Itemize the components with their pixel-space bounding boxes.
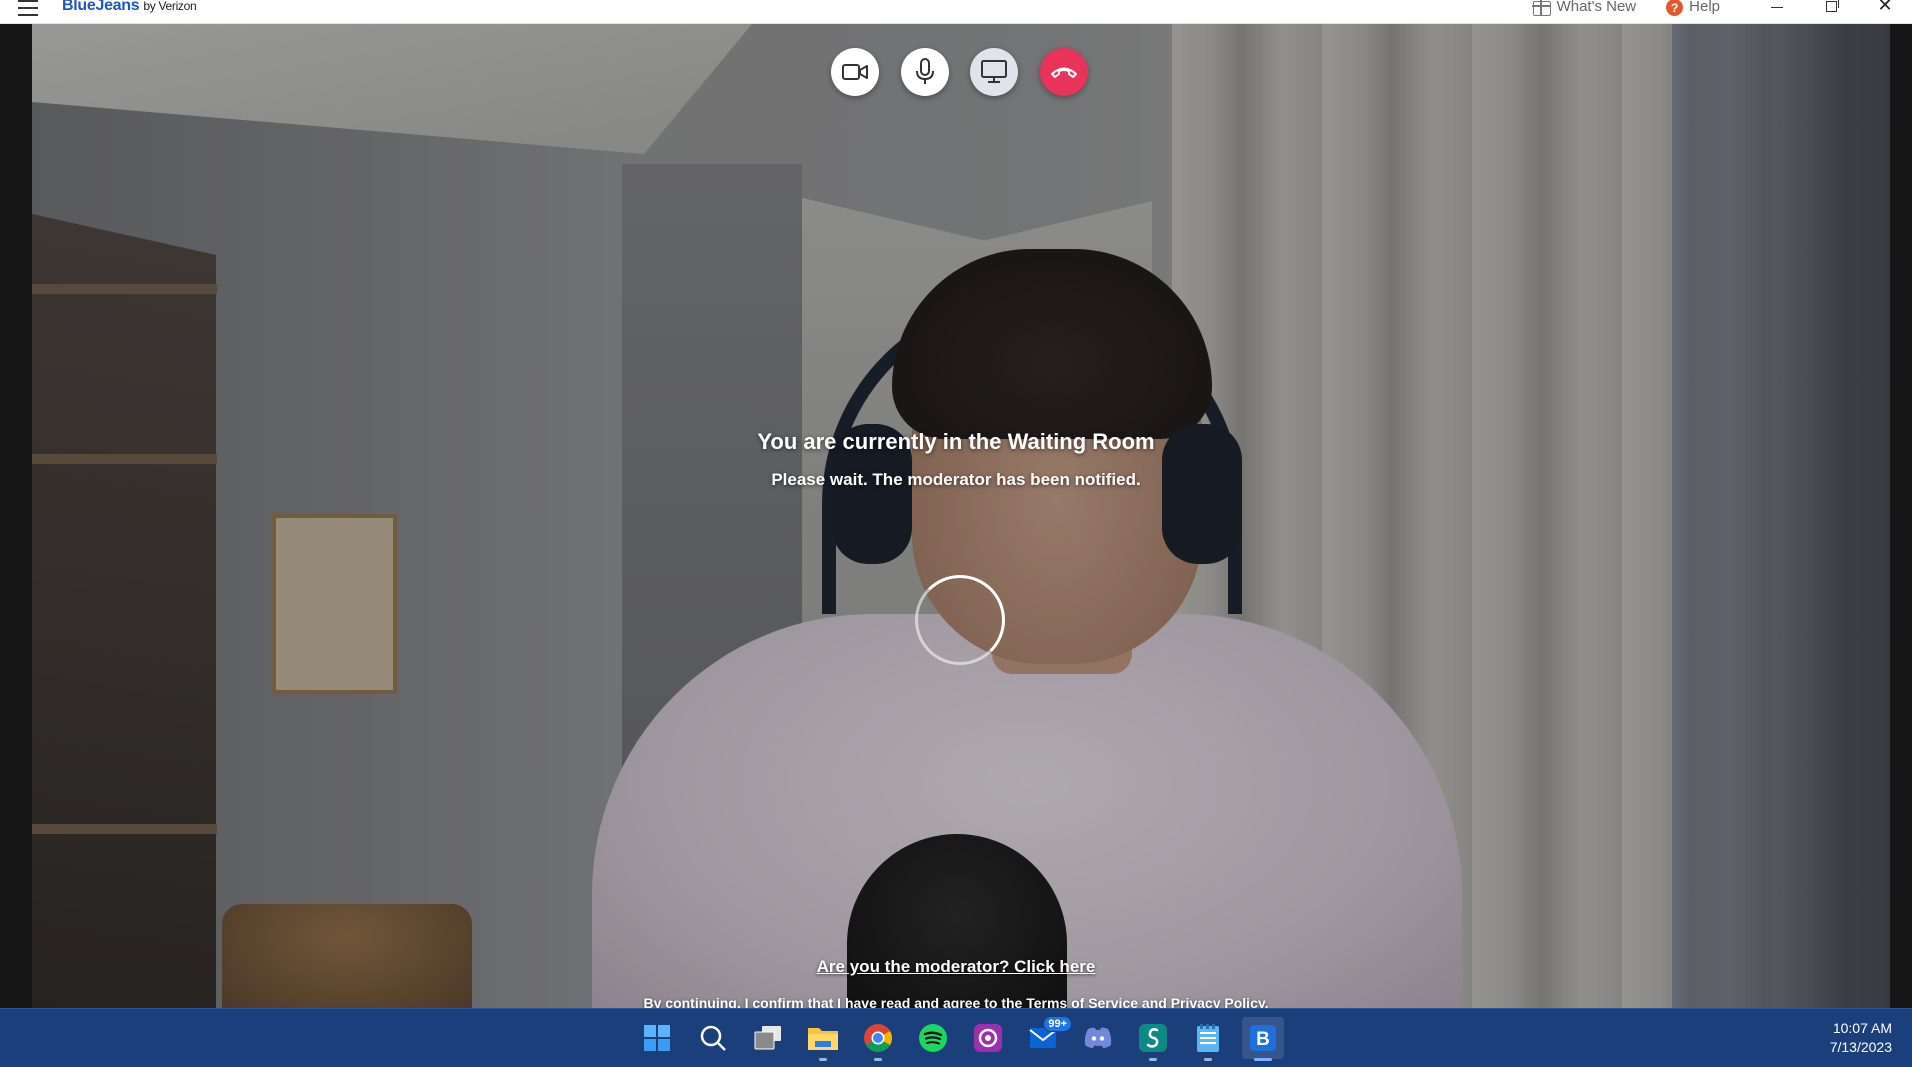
video-camera-icon bbox=[842, 64, 868, 80]
waiting-room-subtitle: Please wait. The moderator has been noti… bbox=[771, 470, 1141, 489]
self-view-video bbox=[32, 24, 1890, 1008]
running-indicator bbox=[1204, 1058, 1212, 1061]
running-indicator bbox=[1149, 1058, 1157, 1061]
discord-icon bbox=[1084, 1027, 1112, 1048]
notepad-button[interactable] bbox=[1187, 1017, 1229, 1061]
whats-new-button[interactable]: What's New bbox=[1531, 0, 1637, 16]
leave-call-button[interactable] bbox=[1040, 48, 1088, 96]
chrome-button[interactable] bbox=[857, 1017, 899, 1061]
app-icon bbox=[974, 1024, 1002, 1052]
taskbar: 99+ B 10:07 AM 7/13/2023 bbox=[0, 1008, 1912, 1067]
moderator-link[interactable]: Are you the moderator? Click here bbox=[817, 957, 1096, 976]
hamburger-menu-icon[interactable] bbox=[18, 0, 38, 16]
video-toggle-button[interactable] bbox=[831, 48, 879, 96]
loading-spinner bbox=[915, 575, 1005, 665]
title-bar: BlueJeans by Verizon What's New ? Help ✕ bbox=[0, 0, 1912, 24]
search-button[interactable] bbox=[692, 1017, 734, 1059]
mic-toggle-button[interactable] bbox=[901, 48, 949, 96]
close-button[interactable]: ✕ bbox=[1858, 0, 1912, 24]
folder-icon bbox=[808, 1028, 838, 1050]
notepad-icon bbox=[1197, 1024, 1219, 1052]
minimize-button[interactable] bbox=[1750, 0, 1804, 24]
clock-date: 7/13/2023 bbox=[1829, 1039, 1892, 1055]
screen-share-button[interactable] bbox=[970, 48, 1018, 96]
spotify-icon bbox=[919, 1024, 947, 1052]
close-icon: ✕ bbox=[1877, 0, 1893, 15]
task-view-icon bbox=[754, 1026, 781, 1050]
help-icon: ? bbox=[1666, 0, 1684, 16]
microphone-icon bbox=[916, 58, 934, 84]
moderator-link-container: Are you the moderator? Click here bbox=[0, 957, 1912, 977]
help-label: Help bbox=[1689, 0, 1720, 15]
file-explorer-button[interactable] bbox=[802, 1017, 844, 1061]
mail-button[interactable]: 99+ bbox=[1022, 1016, 1072, 1059]
search-icon bbox=[700, 1025, 726, 1051]
terms-notice: By continuing, I confirm that I have rea… bbox=[643, 995, 1269, 1008]
brand-suffix: by Verizon bbox=[143, 0, 197, 13]
bluejeans-icon: B bbox=[1250, 1025, 1276, 1051]
restore-button[interactable] bbox=[1804, 0, 1858, 24]
pink-app-button[interactable] bbox=[967, 1017, 1009, 1059]
restore-icon bbox=[1825, 0, 1839, 12]
screen-share-icon bbox=[981, 60, 1007, 83]
running-indicator bbox=[819, 1058, 827, 1061]
app-logo: BlueJeans by Verizon bbox=[62, 0, 197, 15]
bluejeans-glyph: B bbox=[1256, 1029, 1270, 1050]
discord-button[interactable] bbox=[1077, 1017, 1119, 1059]
s-app-button[interactable] bbox=[1132, 1017, 1174, 1061]
bluejeans-taskbar-button[interactable]: B bbox=[1242, 1017, 1284, 1061]
video-stage bbox=[0, 24, 1912, 1008]
hang-up-icon bbox=[1051, 67, 1077, 78]
call-controls bbox=[0, 24, 1912, 120]
help-button[interactable]: ? Help bbox=[1666, 0, 1720, 16]
windows-start-icon bbox=[644, 1025, 670, 1051]
chrome-icon bbox=[864, 1024, 892, 1052]
minimize-icon bbox=[1771, 7, 1783, 8]
running-indicator bbox=[874, 1058, 882, 1061]
waiting-room-title: You are currently in the Waiting Room bbox=[757, 429, 1155, 454]
task-view-button[interactable] bbox=[747, 1017, 789, 1059]
system-clock[interactable]: 10:07 AM 7/13/2023 bbox=[1830, 1019, 1892, 1057]
start-button[interactable] bbox=[636, 1017, 678, 1059]
gift-icon bbox=[1531, 0, 1551, 16]
mail-badge: 99+ bbox=[1043, 1016, 1072, 1032]
brand-name: BlueJeans bbox=[62, 0, 140, 14]
spotify-button[interactable] bbox=[912, 1017, 954, 1059]
clock-time: 10:07 AM bbox=[1832, 1020, 1892, 1036]
active-indicator bbox=[1254, 1058, 1272, 1061]
app-s-icon bbox=[1139, 1024, 1167, 1052]
whats-new-label: What's New bbox=[1556, 0, 1637, 15]
